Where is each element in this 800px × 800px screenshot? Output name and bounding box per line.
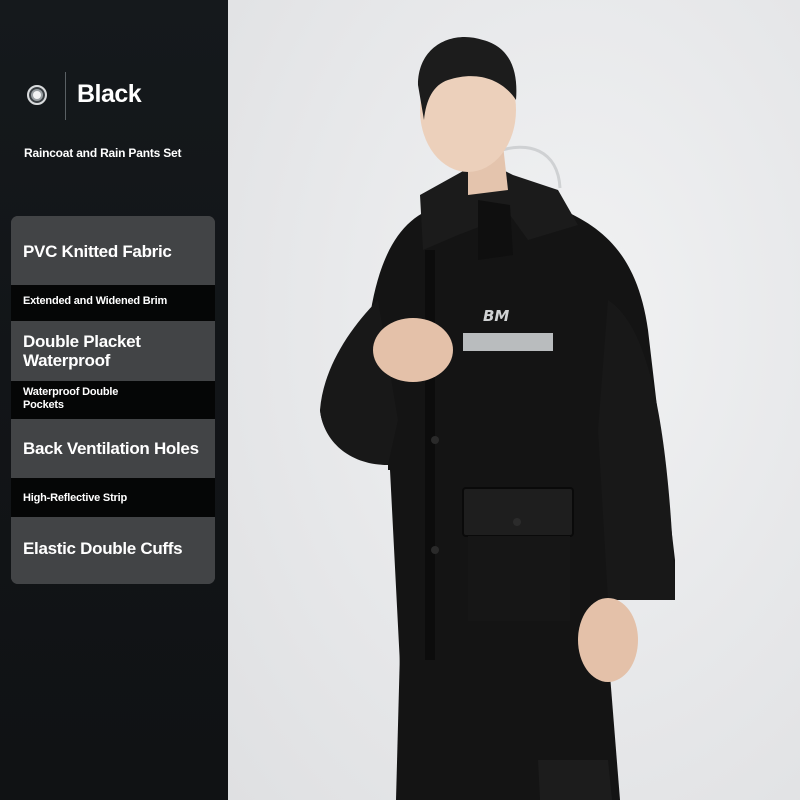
- brand-logo: BM: [483, 307, 509, 325]
- info-panel: Black Raincoat and Rain Pants Set PVC Kn…: [0, 0, 228, 800]
- product-photo: BM: [228, 0, 800, 800]
- feature-item: High-Reflective Strip: [11, 478, 215, 517]
- feature-item: PVC Knitted Fabric: [11, 216, 215, 285]
- product-subtitle: Raincoat and Rain Pants Set: [24, 146, 182, 160]
- feature-item: Back Ventilation Holes: [11, 419, 215, 478]
- feature-item: Double Placket Waterproof: [11, 321, 215, 381]
- color-name: Black: [77, 80, 142, 108]
- model-illustration: BM: [320, 37, 675, 800]
- divider: [65, 72, 66, 120]
- feature-list: PVC Knitted Fabric Extended and Widened …: [11, 216, 215, 584]
- color-swatch-radio[interactable]: [27, 85, 47, 105]
- feature-item: Waterproof Double Pockets: [11, 381, 215, 419]
- feature-item: Elastic Double Cuffs: [11, 517, 215, 584]
- feature-item: Extended and Widened Brim: [11, 285, 215, 321]
